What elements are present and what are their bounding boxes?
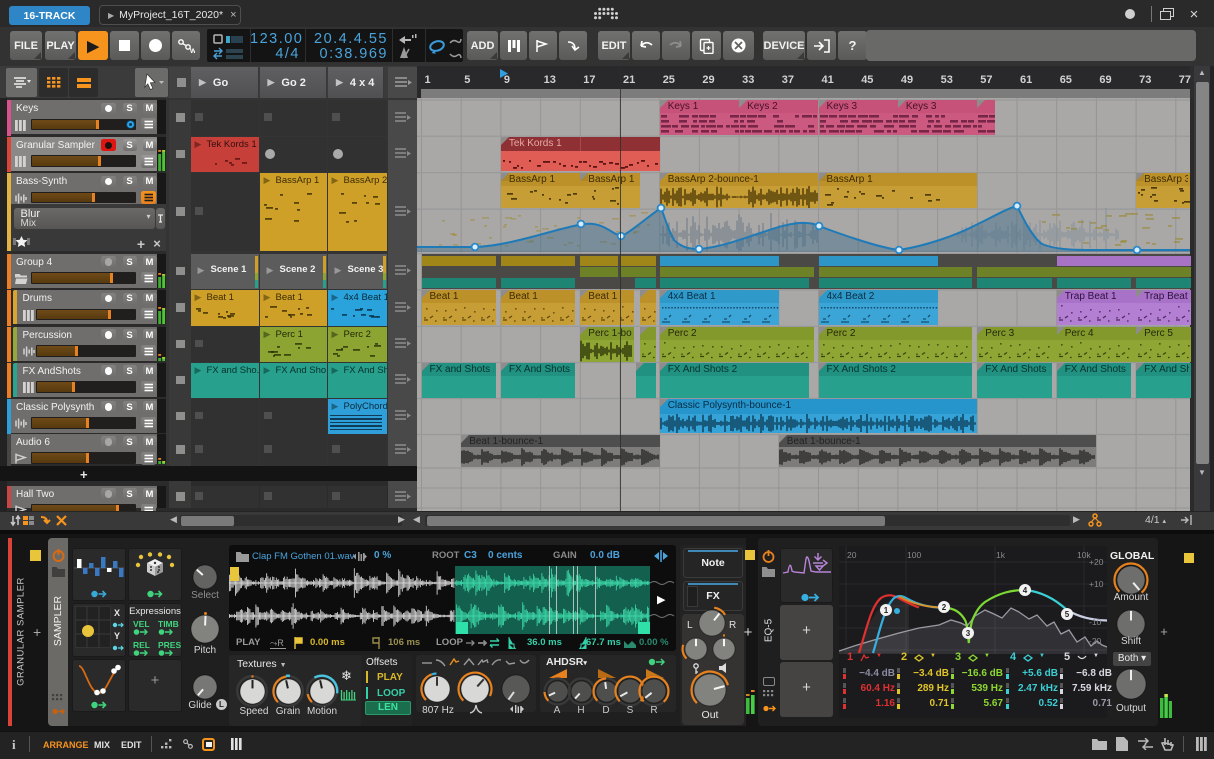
svg-text:1k: 1k bbox=[996, 550, 1006, 560]
svg-text:w: w bbox=[189, 46, 195, 54]
svg-text:+20: +20 bbox=[1089, 557, 1104, 567]
svg-text:-10: -10 bbox=[1089, 617, 1102, 627]
svg-text:4: 4 bbox=[1023, 586, 1028, 595]
svg-text:100: 100 bbox=[907, 550, 921, 560]
svg-text:5: 5 bbox=[1065, 610, 1070, 619]
svg-text:20: 20 bbox=[847, 550, 857, 560]
svg-text:1: 1 bbox=[884, 606, 889, 615]
svg-text:3: 3 bbox=[966, 629, 971, 638]
svg-text:2: 2 bbox=[942, 603, 947, 612]
svg-text:+10: +10 bbox=[1089, 579, 1104, 589]
svg-text:-20: -20 bbox=[1089, 636, 1102, 646]
